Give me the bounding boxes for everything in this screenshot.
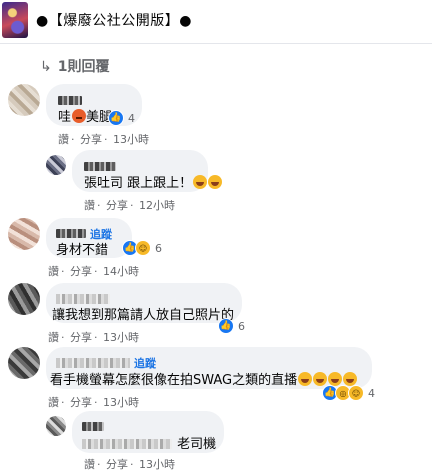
comment-bubble: 追蹤 看手機螢幕怎麼很像在拍SWAG之類的直播 — [46, 347, 372, 389]
like-button[interactable]: 讚 — [48, 331, 59, 344]
commenter-name-redacted[interactable] — [56, 229, 86, 238]
comment-meta: 讚 · 分享 · 13小時 — [84, 458, 175, 471]
like-reaction-icon: 👍 — [218, 318, 234, 334]
reaction-summary[interactable]: 👍 4 — [108, 110, 135, 126]
reply-bubble: 張吐司 跟上跟上！ — [72, 150, 223, 192]
timestamp[interactable]: 12小時 — [139, 199, 175, 212]
comment-meta: 讚 · 分享 · 14小時 — [48, 265, 139, 278]
reaction-summary[interactable]: 👍 ◎ ☺ 4 — [322, 385, 375, 401]
haha-reaction-icon: ☺ — [135, 240, 151, 256]
view-replies-link[interactable]: ↳ 1則回覆 — [40, 56, 109, 76]
tagged-name-redacted[interactable] — [82, 438, 172, 449]
comment-meta: 讚 · 分享 · 13小時 — [48, 331, 139, 344]
laughing-emoji-icon — [208, 175, 223, 189]
avatar[interactable] — [8, 84, 40, 116]
comment-meta: 讚 · 分享 · 13小時 — [48, 396, 139, 409]
laughing-emoji-icon — [328, 372, 343, 386]
laughing-emoji-icon — [313, 372, 328, 386]
reaction-summary[interactable]: 👍 6 — [218, 318, 245, 334]
haha-reaction-icon: ☺ — [348, 385, 364, 401]
commenter-name-redacted[interactable] — [56, 357, 130, 368]
reply-bubble: 老司機 — [72, 411, 224, 453]
comment-text-row: 老司機 — [82, 433, 216, 452]
comment-text: 張吐司 跟上跟上！ — [84, 172, 223, 191]
page-avatar[interactable] — [2, 2, 28, 38]
reply-arrow-icon: ↳ — [40, 59, 52, 75]
view-replies-label: 1則回覆 — [57, 59, 110, 75]
like-reaction-icon: 👍 — [108, 110, 124, 126]
comment-text: 身材不錯 — [56, 243, 109, 258]
timestamp[interactable]: 14小時 — [103, 265, 139, 278]
share-button[interactable]: 分享 — [106, 458, 128, 471]
reaction-summary[interactable]: 👍 ☺ 6 — [122, 240, 162, 256]
like-button[interactable]: 讚 — [58, 133, 69, 146]
timestamp[interactable]: 13小時 — [113, 133, 149, 146]
comment-text: 老司機 — [177, 437, 217, 452]
comment-meta: 讚 · 分享 · 12小時 — [84, 199, 175, 212]
comment-meta: 讚 · 分享 · 13小時 — [58, 133, 149, 146]
like-button[interactable]: 讚 — [84, 458, 95, 471]
like-button[interactable]: 讚 — [48, 396, 59, 409]
header-divider — [0, 43, 432, 44]
timestamp[interactable]: 13小時 — [139, 458, 175, 471]
comment-text: 看手機螢幕怎麼很像在拍SWAG之類的直播 — [50, 369, 358, 388]
share-button[interactable]: 分享 — [70, 265, 92, 278]
comment-bubble: 讓我想到那篇請人放自己照片的 — [46, 283, 242, 323]
emoji-icon — [72, 109, 87, 123]
avatar[interactable] — [46, 416, 66, 436]
avatar[interactable] — [8, 347, 40, 379]
page-title[interactable]: ●【爆廢公社公開版】● — [36, 10, 192, 30]
share-button[interactable]: 分享 — [70, 396, 92, 409]
timestamp[interactable]: 13小時 — [103, 396, 139, 409]
comment-bubble: 追蹤 身材不錯 — [46, 218, 132, 258]
avatar[interactable] — [8, 218, 40, 250]
laughing-emoji-icon — [343, 372, 358, 386]
like-button[interactable]: 讚 — [84, 199, 95, 212]
comment-text: 哇美腿 — [58, 109, 113, 125]
share-button[interactable]: 分享 — [70, 331, 92, 344]
avatar[interactable] — [46, 155, 66, 175]
comment-text: 讓我想到那篇請人放自己照片的 — [52, 308, 235, 323]
avatar[interactable] — [8, 283, 40, 315]
share-button[interactable]: 分享 — [80, 133, 102, 146]
laughing-emoji-icon — [298, 372, 313, 386]
share-button[interactable]: 分享 — [106, 199, 128, 212]
laughing-emoji-icon — [193, 175, 208, 189]
like-button[interactable]: 讚 — [48, 265, 59, 278]
timestamp[interactable]: 13小時 — [103, 331, 139, 344]
